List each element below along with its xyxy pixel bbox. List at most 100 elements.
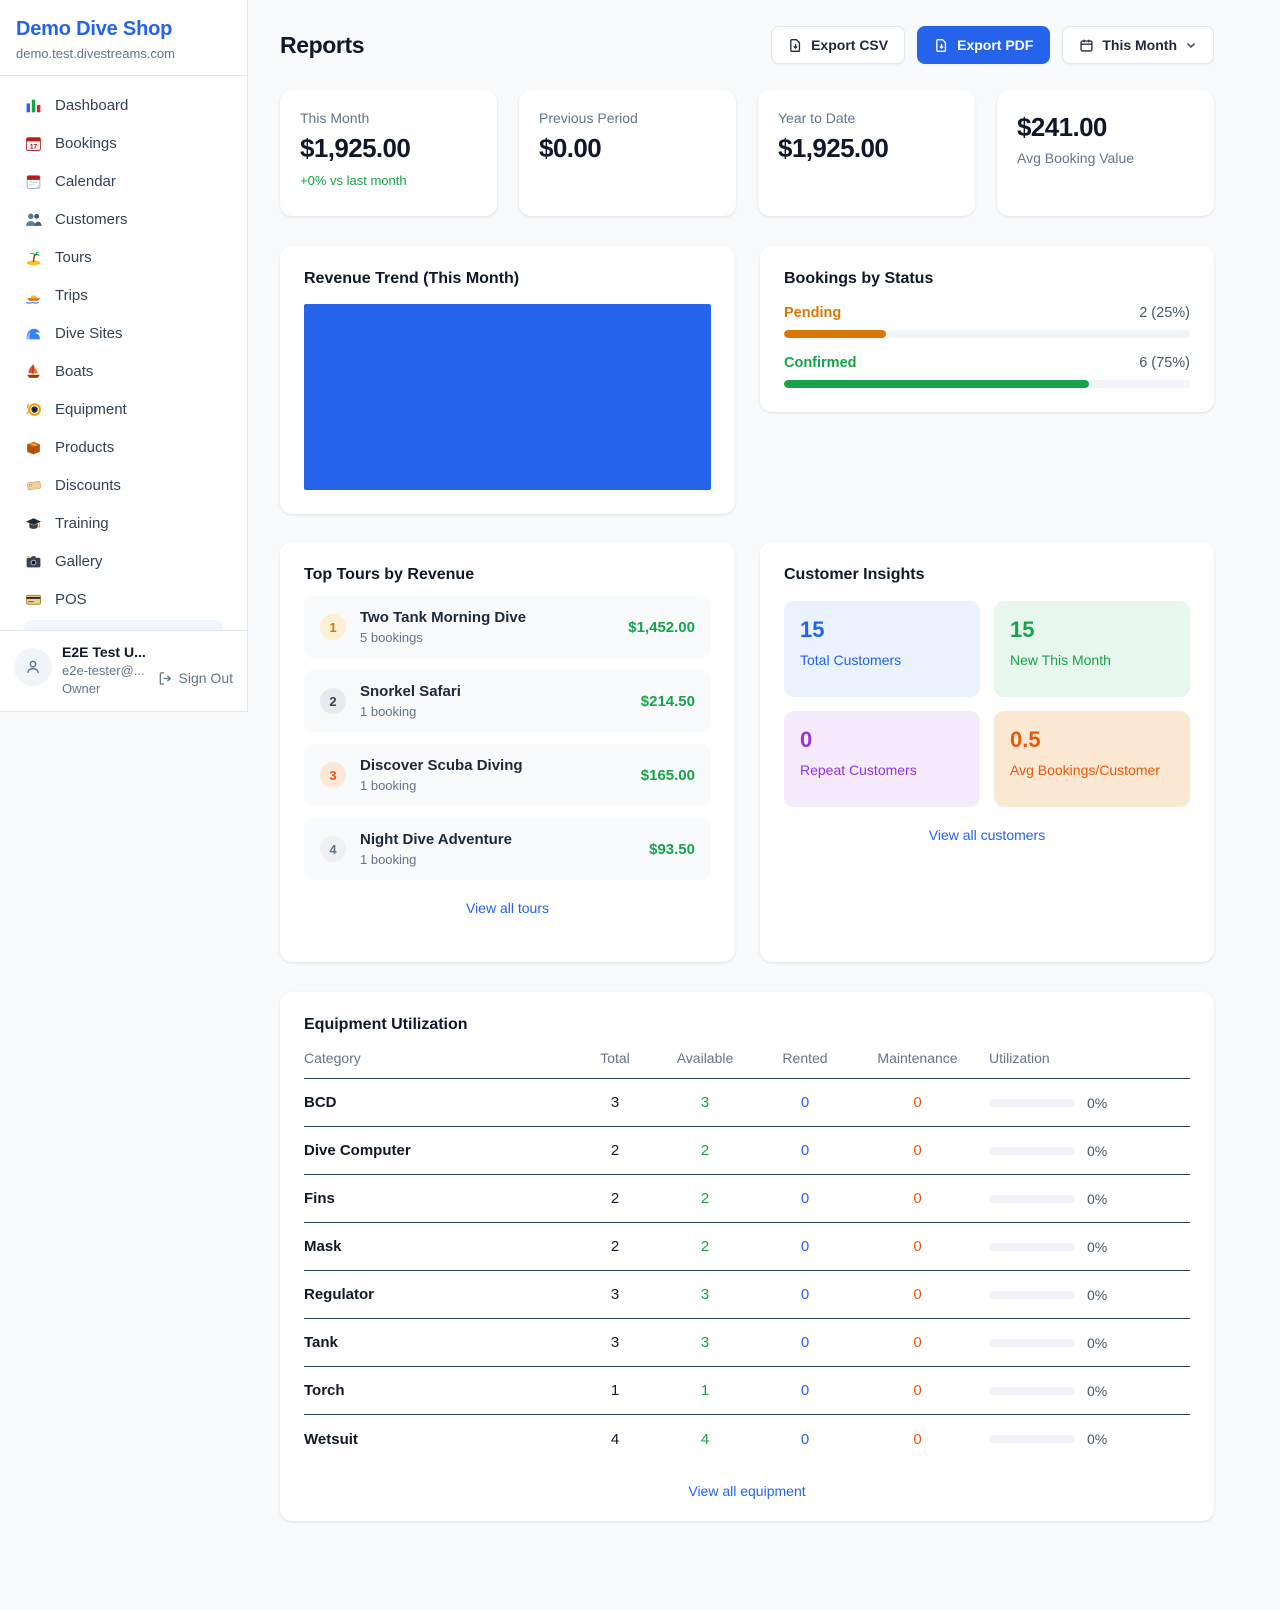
stat-value: $1,925.00	[300, 133, 477, 164]
col-header-available: Available	[650, 1050, 760, 1066]
tour-row: 2 Snorkel Safari 1 booking $214.50	[304, 670, 711, 732]
revenue-trend-chart	[304, 304, 711, 490]
export-csv-label: Export CSV	[811, 37, 888, 53]
utilization-percent: 0%	[1087, 1431, 1107, 1447]
equipment-utilization-card: Equipment Utilization Category Total Ava…	[280, 992, 1214, 1521]
sidebar-item-pos[interactable]: POS	[12, 580, 235, 618]
package-icon	[24, 438, 42, 456]
sidebar-item-reports-active-partial[interactable]	[24, 620, 223, 630]
tour-amount: $1,452.00	[628, 619, 695, 636]
stat-label: This Month	[300, 110, 477, 126]
col-header-maintenance: Maintenance	[850, 1050, 985, 1066]
graduation-cap-icon	[24, 514, 42, 532]
view-all-customers-link[interactable]: View all customers	[784, 827, 1190, 843]
sidebar-item-customers[interactable]: Customers	[12, 200, 235, 238]
cell-total: 2	[580, 1142, 650, 1159]
credit-card-icon	[24, 590, 42, 608]
view-all-equipment-link[interactable]: View all equipment	[304, 1483, 1190, 1499]
sailboat-icon	[24, 362, 42, 380]
svg-text:17: 17	[29, 143, 37, 150]
export-pdf-button[interactable]: Export PDF	[917, 26, 1050, 64]
sidebar-item-tours[interactable]: Tours	[12, 238, 235, 276]
status-row-pending: Pending 2 (25%)	[784, 305, 1190, 338]
sidebar-item-dashboard[interactable]: Dashboard	[12, 86, 235, 124]
top-tours-card: Top Tours by Revenue 1 Two Tank Morning …	[280, 542, 735, 962]
camera-icon	[24, 552, 42, 570]
person-icon	[23, 657, 43, 677]
cell-total: 3	[580, 1334, 650, 1351]
insights-row: Top Tours by Revenue 1 Two Tank Morning …	[280, 542, 1214, 962]
sign-out-button[interactable]: Sign Out	[158, 644, 233, 696]
period-label: This Month	[1102, 37, 1177, 53]
page-header: Reports Export CSV Export PDF This Month	[280, 26, 1214, 64]
equipment-table-header: Category Total Available Rented Maintena…	[304, 1050, 1190, 1079]
cell-maintenance: 0	[850, 1334, 985, 1351]
wave-icon	[24, 324, 42, 342]
export-csv-button[interactable]: Export CSV	[771, 26, 905, 64]
status-bar-track	[784, 380, 1190, 388]
utilization-percent: 0%	[1087, 1191, 1107, 1207]
avatar	[14, 648, 52, 686]
utilization-percent: 0%	[1087, 1143, 1107, 1159]
utilization-bar	[989, 1195, 1075, 1203]
tile-label: Avg Bookings/Customer	[1010, 762, 1174, 778]
table-row: Torch 1 1 0 0 0%	[304, 1367, 1190, 1415]
tour-info: Night Dive Adventure 1 booking	[360, 831, 512, 867]
customer-insights-title: Customer Insights	[784, 566, 1190, 584]
tour-amount: $93.50	[649, 841, 695, 858]
status-bar-track	[784, 330, 1190, 338]
sidebar-item-calendar[interactable]: Calendar	[12, 162, 235, 200]
people-icon	[24, 210, 42, 228]
utilization-percent: 0%	[1087, 1287, 1107, 1303]
sidebar-item-discounts[interactable]: Discounts	[12, 466, 235, 504]
col-header-total: Total	[580, 1050, 650, 1066]
sidebar-item-bookings[interactable]: 17 Bookings	[12, 124, 235, 162]
cell-total: 2	[580, 1190, 650, 1207]
sidebar-item-label: Bookings	[55, 135, 117, 152]
speedboat-icon	[24, 286, 42, 304]
header-actions: Export CSV Export PDF This Month	[771, 26, 1214, 64]
status-count: 2 (25%)	[1139, 305, 1190, 321]
charts-row: Revenue Trend (This Month) Bookings by S…	[280, 246, 1214, 514]
tour-row: 3 Discover Scuba Diving 1 booking $165.0…	[304, 744, 711, 806]
rank-badge: 3	[320, 762, 346, 788]
calendar-icon	[1079, 38, 1094, 53]
cell-maintenance: 0	[850, 1142, 985, 1159]
utilization-percent: 0%	[1087, 1095, 1107, 1111]
sign-out-icon	[158, 671, 173, 686]
status-count: 6 (75%)	[1139, 355, 1190, 371]
tile-label: Total Customers	[800, 652, 964, 668]
stat-value: $241.00	[1017, 112, 1194, 143]
table-row: Dive Computer 2 2 0 0 0%	[304, 1127, 1190, 1175]
sidebar-item-training[interactable]: Training	[12, 504, 235, 542]
cell-maintenance: 0	[850, 1238, 985, 1255]
cell-available: 2	[650, 1142, 760, 1159]
customer-insights-card: Customer Insights 15 Total Customers 15 …	[760, 542, 1214, 962]
table-row: Mask 2 2 0 0 0%	[304, 1223, 1190, 1271]
sidebar-item-products[interactable]: Products	[12, 428, 235, 466]
period-dropdown[interactable]: This Month	[1062, 26, 1214, 64]
utilization-bar	[989, 1291, 1075, 1299]
view-all-tours-link[interactable]: View all tours	[304, 900, 711, 916]
stat-label: Year to Date	[778, 110, 955, 126]
sidebar-item-label: Dashboard	[55, 97, 128, 114]
cell-total: 2	[580, 1238, 650, 1255]
sidebar-item-dive-sites[interactable]: Dive Sites	[12, 314, 235, 352]
sidebar-item-label: Tours	[55, 249, 92, 266]
stat-value: $1,925.00	[778, 133, 955, 164]
tile-new-this-month: 15 New This Month	[994, 601, 1190, 697]
status-bar-fill	[784, 330, 886, 338]
sidebar-item-gallery[interactable]: Gallery	[12, 542, 235, 580]
cell-rented: 0	[760, 1142, 850, 1159]
top-tours-title: Top Tours by Revenue	[304, 566, 711, 584]
cell-utilization: 0%	[985, 1431, 1190, 1447]
sidebar-item-boats[interactable]: Boats	[12, 352, 235, 390]
cell-maintenance: 0	[850, 1286, 985, 1303]
sidebar-item-label: Customers	[55, 211, 128, 228]
revenue-trend-title: Revenue Trend (This Month)	[304, 270, 711, 288]
sidebar-item-equipment[interactable]: Equipment	[12, 390, 235, 428]
user-info: E2E Test U... e2e-tester@... Owner	[62, 644, 146, 696]
shop-name: Demo Dive Shop	[16, 18, 231, 41]
table-row: Regulator 3 3 0 0 0%	[304, 1271, 1190, 1319]
sidebar-item-trips[interactable]: Trips	[12, 276, 235, 314]
